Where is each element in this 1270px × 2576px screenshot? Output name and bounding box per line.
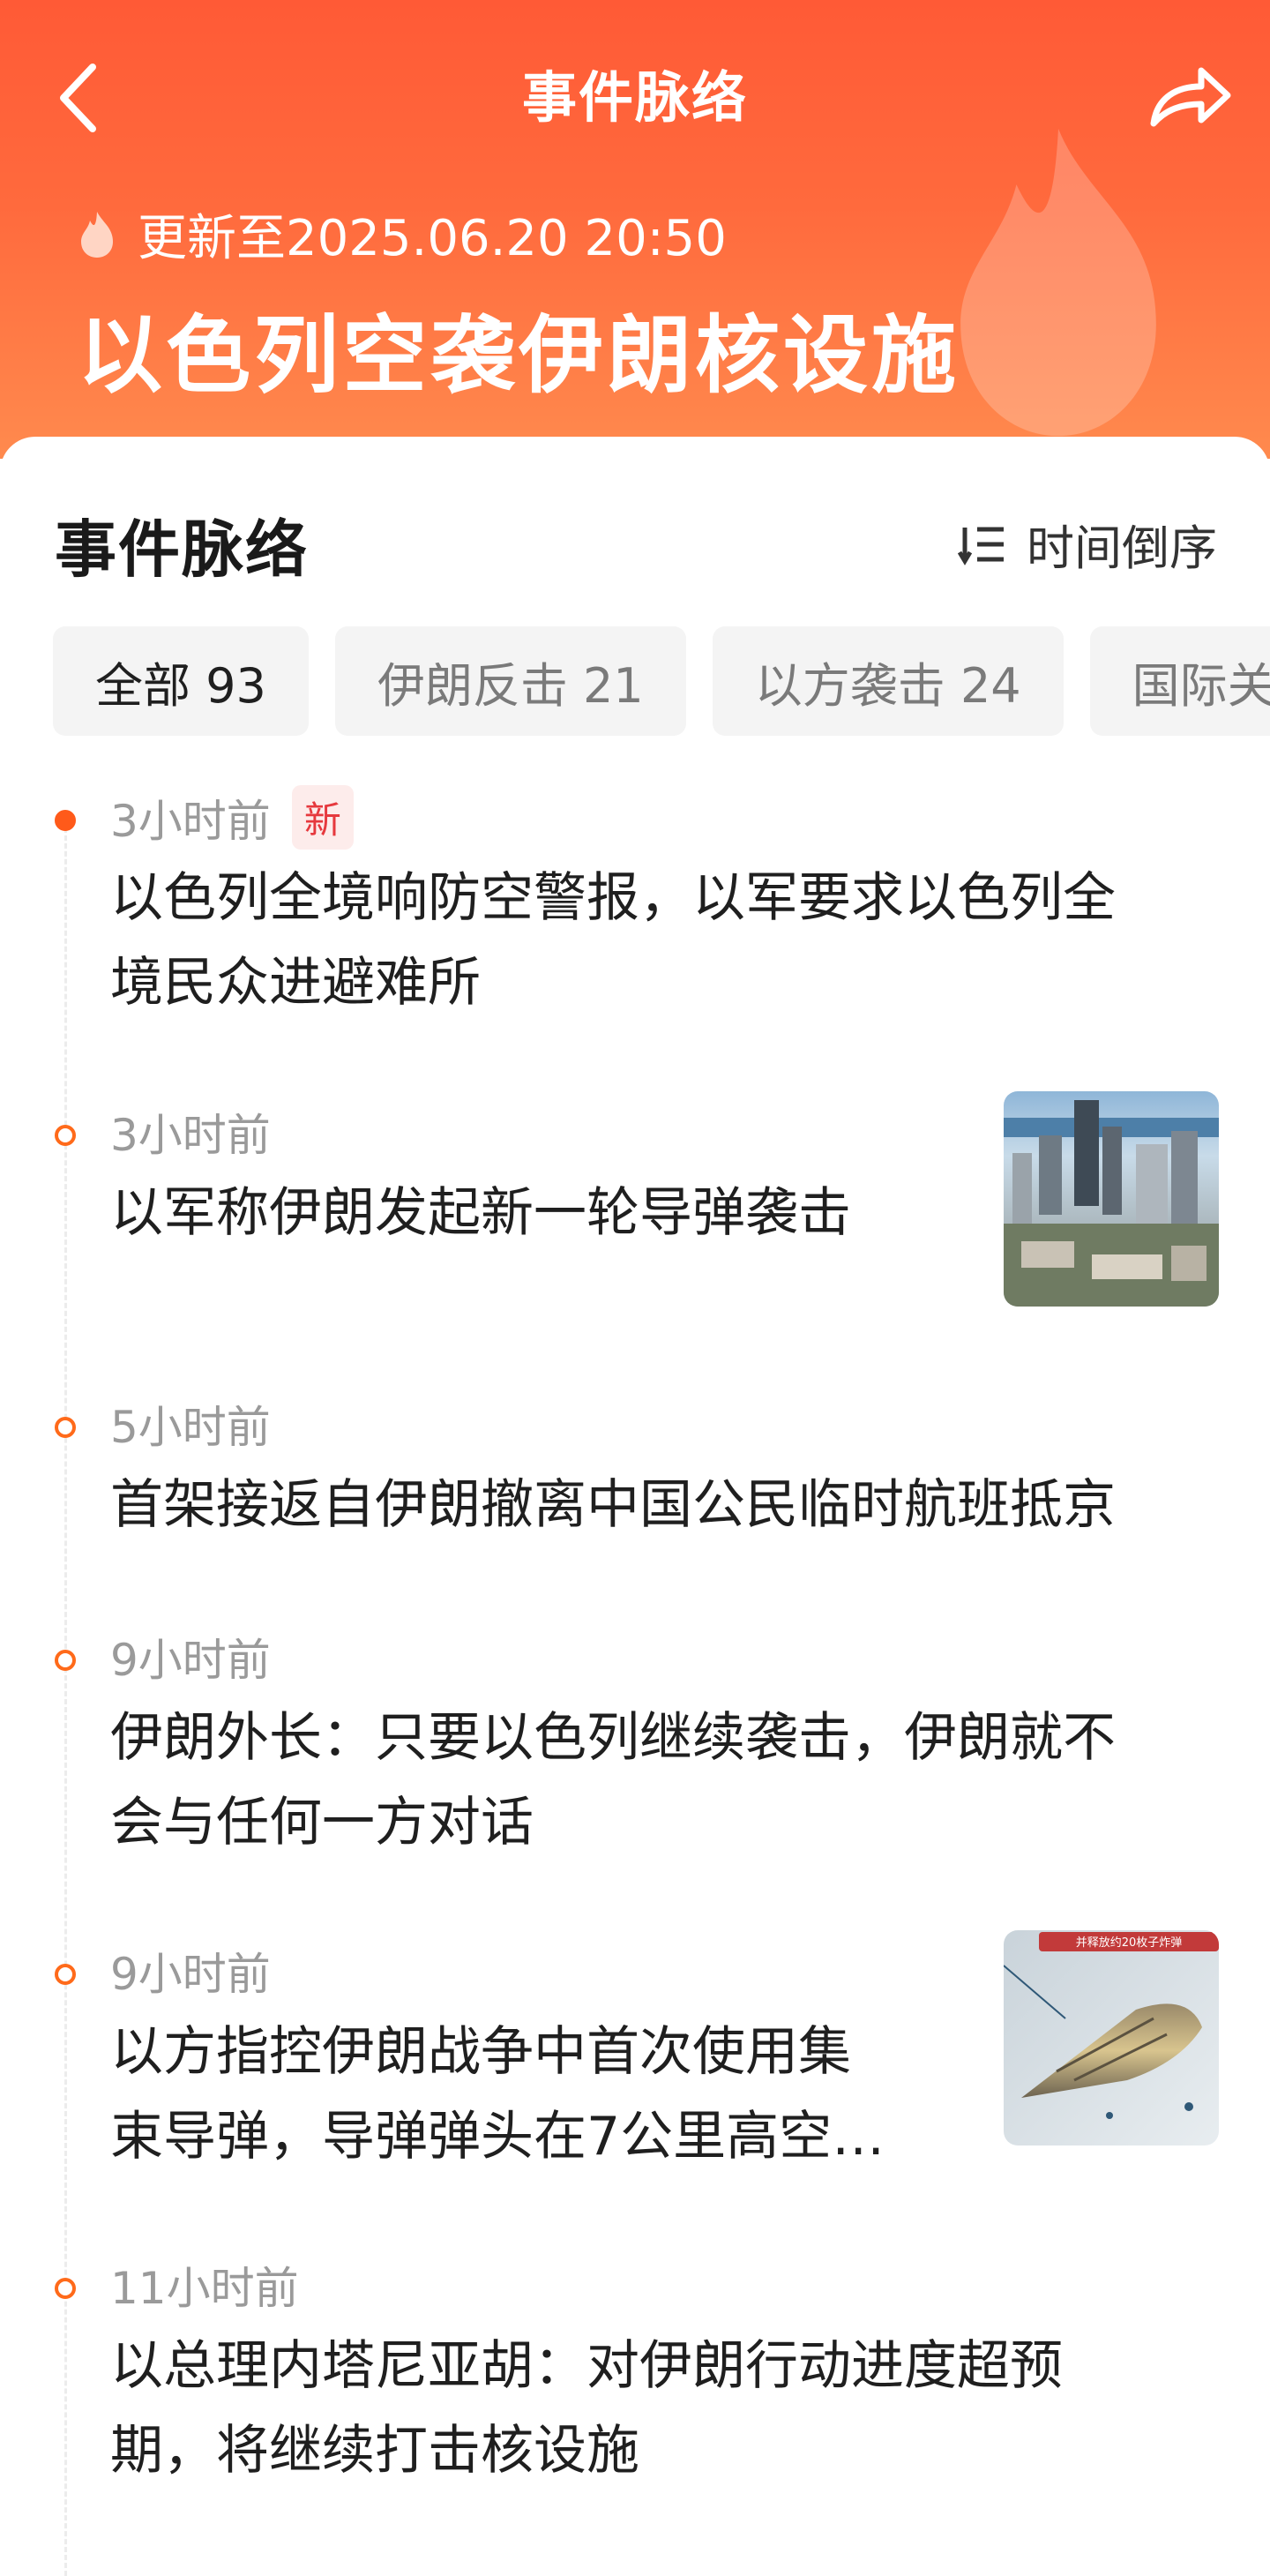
- sort-order-icon: [958, 527, 1004, 565]
- timeline-headline[interactable]: 伊朗外长：只要以色列继续袭击，伊朗就不 会与任何一方对话: [110, 1696, 1221, 1865]
- tab-iran-counterattack[interactable]: 伊朗反击 21: [334, 626, 686, 736]
- timeline-time: 9小时前: [110, 1635, 271, 1686]
- filter-tabs: 全部 93 伊朗反击 21 以方袭击 24 国际关: [53, 626, 1270, 736]
- timeline-dot: [55, 1125, 76, 1146]
- timeline-time: 11小时前: [110, 2263, 299, 2314]
- tab-israel-strike[interactable]: 以方袭击 24: [712, 626, 1064, 736]
- event-header: 事件脉络 更新至2025.06.20 20:50 以色列空袭伊朗核设施: [0, 0, 1270, 459]
- timeline-headline[interactable]: 首架接返自伊朗撤离中国公民临时航班抵京: [110, 1463, 1239, 1547]
- flame-watermark-icon: [960, 128, 1156, 437]
- headline-line: 以总理内塔尼亚胡：对伊朗行动进度超预: [110, 2335, 1063, 2397]
- headline-line: 会与任何一方对话: [110, 1792, 534, 1853]
- timeline-line: [64, 812, 67, 2576]
- headline-line: 以方指控伊朗战争中首次使用集: [110, 2021, 851, 2083]
- timeline-card: 事件脉络 时间倒序 全部 93 伊朗反击 21 以方袭击 24 国际关 3小时前…: [0, 437, 1270, 2576]
- timeline-headline[interactable]: 以方指控伊朗战争中首次使用集 束导弹，导弹弹头在7公里高空…: [110, 2010, 975, 2179]
- timeline-time-row: 9小时前: [110, 1625, 271, 1689]
- missile-warhead-image[interactable]: 并释放约20枚子炸弹: [1004, 1930, 1219, 2145]
- timeline-time-row: 9小时前: [110, 1939, 271, 2003]
- headline-line: 伊朗外长：只要以色列继续袭击，伊朗就不: [110, 1707, 1116, 1769]
- timeline-time-row: 3小时前: [110, 1100, 271, 1164]
- timeline-headline[interactable]: 以色列全境响防空警报，以军要求以色列全 境民众进避难所: [110, 856, 1221, 1025]
- timeline-time-row: 3小时前 新: [110, 785, 354, 850]
- section-title: 事件脉络: [55, 513, 309, 586]
- headline-line: 以军称伊朗发起新一轮导弹袭击: [110, 1182, 851, 1244]
- timeline-time: 9小时前: [110, 1949, 271, 2000]
- share-button[interactable]: [1147, 62, 1235, 132]
- timeline-headline[interactable]: 以军称伊朗发起新一轮导弹袭击: [110, 1171, 975, 1255]
- fire-icon: [81, 211, 113, 258]
- headline-line: 束导弹，导弹弹头在7公里高空…: [110, 2106, 885, 2168]
- timeline-time: 3小时前: [110, 795, 271, 847]
- headline-line: 首架接返自伊朗撤离中国公民临时航班抵京: [110, 1474, 1116, 1536]
- update-time-row: 更新至2025.06.20 20:50: [78, 198, 727, 270]
- timeline-time-row: 11小时前: [110, 2253, 299, 2317]
- headline-line: 期，将继续打击核设施: [110, 2420, 639, 2482]
- sort-order-label: 时间倒序: [1027, 520, 1217, 576]
- event-title: 以色列空袭伊朗核设施: [78, 306, 960, 405]
- timeline-headline[interactable]: 以总理内塔尼亚胡：对伊朗行动进度超预 期，将继续打击核设施: [110, 2324, 1221, 2493]
- timeline-dot: [55, 1964, 76, 1985]
- update-time-text: 更新至2025.06.20 20:50: [138, 210, 727, 267]
- new-badge: 新: [291, 785, 354, 850]
- timeline-time-row: 5小时前: [110, 1392, 271, 1456]
- timeline-dot: [55, 1417, 76, 1438]
- headline-line: 以色列全境响防空警报，以军要求以色列全: [110, 867, 1116, 929]
- sort-order-button[interactable]: 时间倒序: [958, 509, 1217, 579]
- city-skyline-image[interactable]: [1004, 1091, 1219, 1307]
- timeline-time: 5小时前: [110, 1402, 271, 1453]
- image-caption: 并释放约20枚子炸弹: [1076, 1936, 1183, 1950]
- timeline-dot: [55, 1650, 76, 1671]
- tab-international[interactable]: 国际关: [1089, 626, 1270, 736]
- timeline-time: 3小时前: [110, 1110, 271, 1161]
- timeline-dot: [55, 2278, 76, 2299]
- headline-line: 境民众进避难所: [110, 952, 481, 1014]
- timeline-dot: [55, 810, 76, 831]
- tab-all[interactable]: 全部 93: [53, 626, 309, 736]
- nav-title: 事件脉络: [521, 65, 748, 130]
- share-arrow-icon: [1150, 67, 1231, 127]
